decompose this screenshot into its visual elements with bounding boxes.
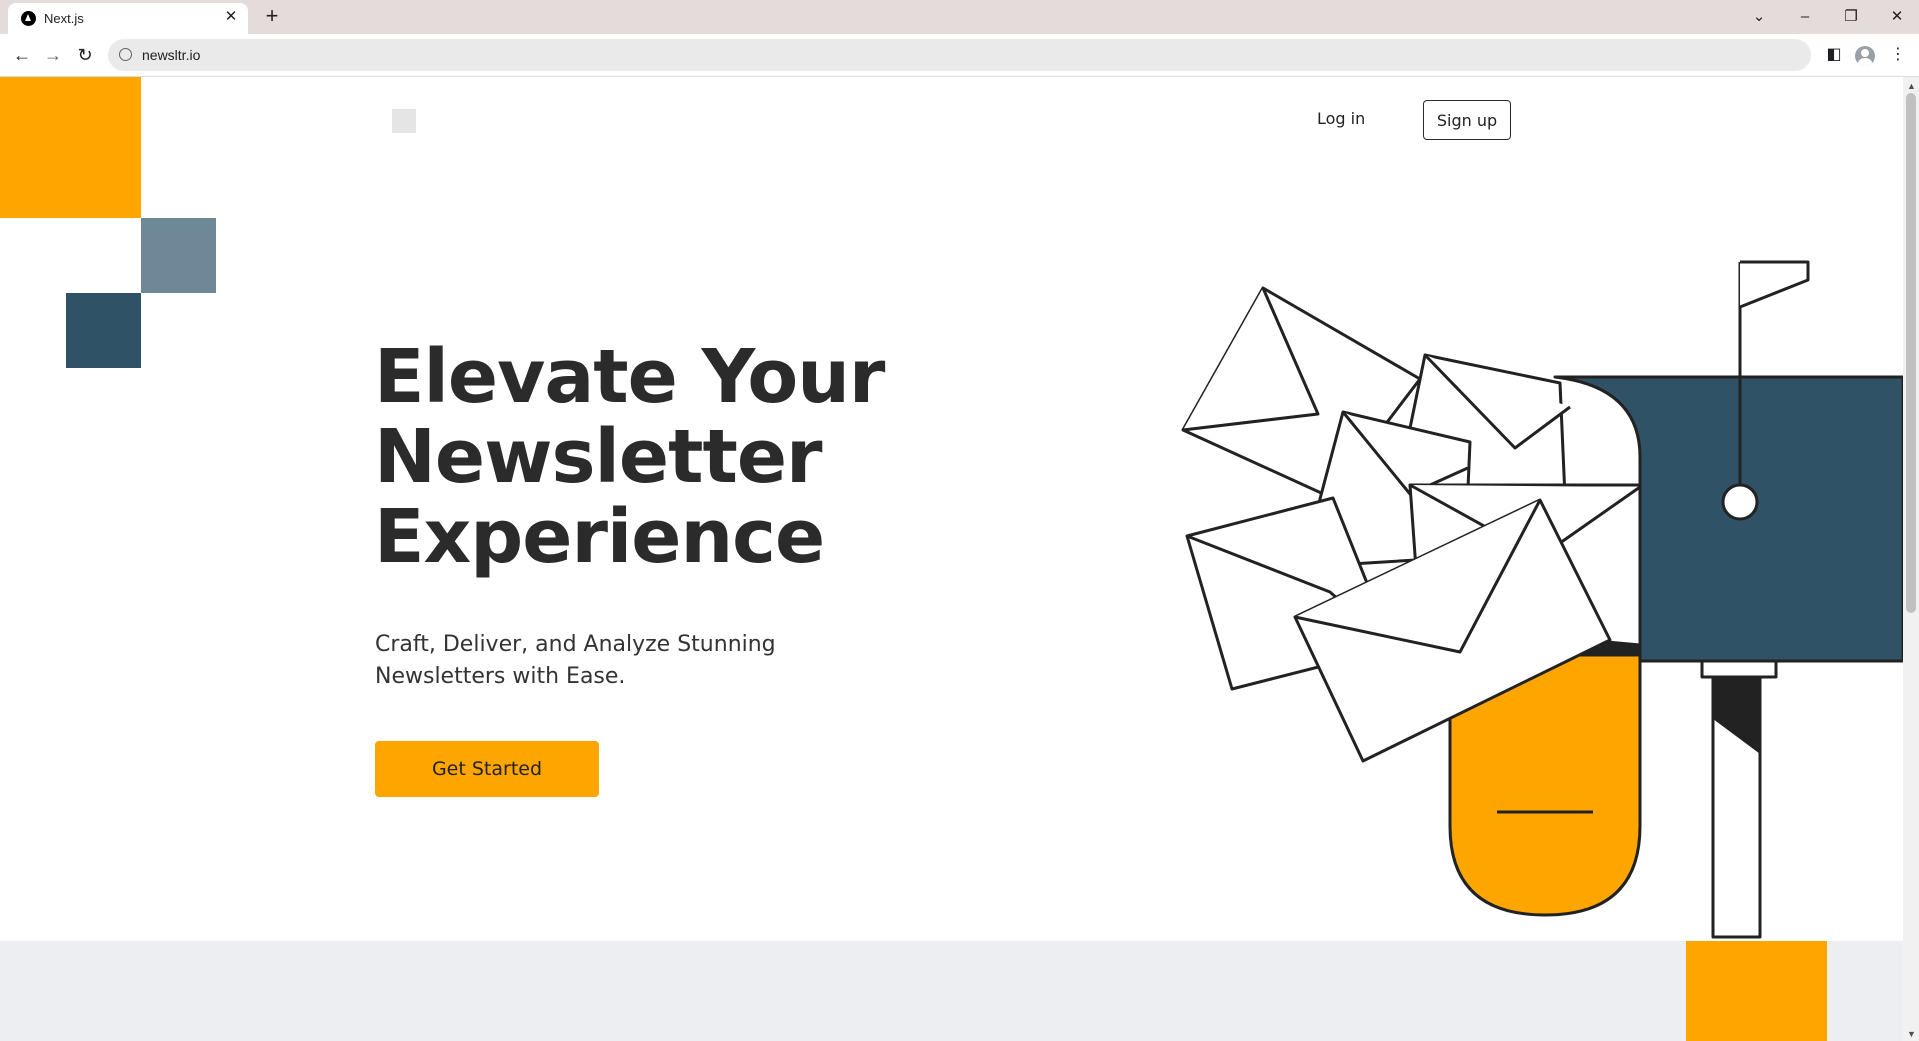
signup-button[interactable]: Sign up xyxy=(1423,100,1511,140)
tab-title: Next.js xyxy=(44,11,84,26)
close-window-icon[interactable]: ✕ xyxy=(1879,5,1915,29)
mailbox-illustration xyxy=(1181,260,1903,939)
kebab-menu-icon[interactable]: ⋮ xyxy=(1885,42,1911,68)
mailbox-flag-knob xyxy=(1721,483,1759,521)
url-text[interactable]: newsltr.io xyxy=(142,47,200,63)
scroll-down-arrow-icon[interactable]: ▼ xyxy=(1907,1029,1916,1039)
orange-square-decoration xyxy=(0,77,141,218)
orange-block-decoration xyxy=(1686,941,1827,1041)
mailbox-flag xyxy=(1739,260,1810,309)
hero-title-line: Experience xyxy=(374,494,825,580)
restore-icon[interactable]: ❐ xyxy=(1833,5,1869,29)
tab-search-icon[interactable]: ⌄ xyxy=(1741,5,1777,29)
close-tab-icon[interactable]: ✕ xyxy=(222,8,240,26)
back-arrow-icon[interactable]: ← xyxy=(9,42,35,68)
site-info-icon[interactable] xyxy=(119,48,132,61)
profile-icon[interactable] xyxy=(1855,46,1875,66)
forward-arrow-icon[interactable]: → xyxy=(40,42,66,68)
slate-square-decoration xyxy=(141,218,216,293)
hero-title: Elevate Your Newsletter Experience xyxy=(374,337,974,577)
page-scrollbar[interactable]: ▲ ▼ xyxy=(1903,77,1919,1041)
mailbox-post-top xyxy=(1700,659,1778,679)
hero-subtitle: Craft, Deliver, and Analyze Stunning New… xyxy=(375,632,776,689)
browser-tab[interactable]: Next.js ✕ xyxy=(8,3,248,34)
page-viewport: Log in Sign up Elevate Your Newsletter E… xyxy=(0,77,1903,1041)
login-link[interactable]: Log in xyxy=(1317,99,1365,139)
reload-icon[interactable]: ↻ xyxy=(72,42,98,68)
sidebar-icon[interactable]: ◧ xyxy=(1821,42,1847,68)
minimize-icon[interactable]: – xyxy=(1787,5,1823,29)
get-started-button[interactable]: Get Started xyxy=(375,741,599,797)
hero-title-line: Newsletter xyxy=(374,414,823,500)
scroll-up-arrow-icon[interactable]: ▲ xyxy=(1907,81,1916,91)
address-bar[interactable]: newsltr.io xyxy=(108,39,1811,71)
dark-slate-square-decoration xyxy=(66,293,141,368)
browser-tab-strip: Next.js ✕ + ⌄ – ❐ ✕ xyxy=(0,0,1919,34)
new-tab-icon[interactable]: + xyxy=(259,3,285,29)
site-logo[interactable] xyxy=(392,109,416,133)
browser-toolbar: ← → ↻ newsltr.io ◧ ⋮ xyxy=(0,34,1919,77)
next-section-band xyxy=(0,941,1903,1041)
nextjs-logo-icon xyxy=(21,11,36,26)
hero-title-line: Elevate Your xyxy=(374,334,885,420)
scrollbar-thumb[interactable] xyxy=(1906,93,1916,613)
